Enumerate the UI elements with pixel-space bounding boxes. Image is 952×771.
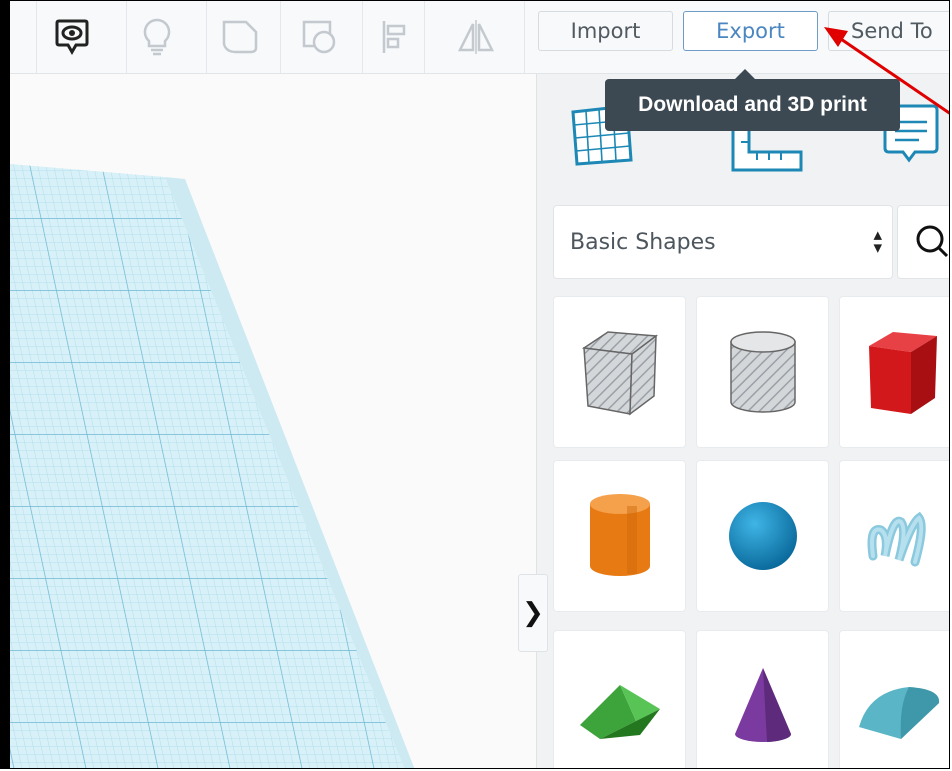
shape-category-label: Basic Shapes [570, 229, 716, 255]
view-icon[interactable] [52, 17, 92, 57]
toolbar-divider [524, 1, 525, 73]
search-button[interactable] [897, 205, 949, 279]
annotation-arrow [824, 27, 949, 115]
toolbar-divider [424, 1, 425, 73]
shape-tile-scribble[interactable] [839, 460, 949, 612]
shape-icon[interactable] [220, 17, 260, 57]
align-icon[interactable] [374, 17, 414, 57]
toolbar-divider [280, 1, 281, 73]
shape-tile-sphere[interactable] [696, 460, 829, 612]
shape-category-select[interactable]: Basic Shapes ▴ ▾ [553, 205, 893, 279]
workplane-grid[interactable] [10, 74, 536, 769]
toolbar-divider [206, 1, 207, 73]
shape-tile-round-roof[interactable] [839, 630, 949, 768]
shape-tile-cone[interactable] [696, 630, 829, 768]
shape-tile-box[interactable] [839, 296, 949, 448]
shapes-panel: Basic Shapes ▴ ▾ [536, 74, 949, 768]
toolbar-divider [362, 1, 363, 73]
workplane-canvas[interactable] [10, 74, 536, 769]
shape-tile-cylinder-hole[interactable] [696, 296, 829, 448]
chevron-right-icon: ❯ [522, 598, 544, 628]
search-icon [916, 225, 949, 258]
export-button[interactable]: Export [683, 11, 818, 51]
shape-tile-box-hole[interactable] [553, 296, 686, 448]
shape-tile-roof[interactable] [553, 630, 686, 768]
app-window: Import Export Send To Basic Shapes ▴ ▾ ❯… [0, 0, 950, 769]
import-button[interactable]: Import [538, 11, 673, 51]
shape-tile-cylinder[interactable] [553, 460, 686, 612]
top-toolbar: Import Export Send To [10, 1, 949, 74]
lightbulb-icon[interactable] [137, 17, 177, 57]
toolbar-divider [126, 1, 127, 73]
collapse-panel-button[interactable]: ❯ [518, 574, 548, 652]
mirror-icon[interactable] [456, 17, 496, 57]
select-arrows-icon: ▴ ▾ [873, 225, 882, 258]
toolbar-divider [36, 1, 37, 73]
group-icon[interactable] [300, 17, 340, 57]
